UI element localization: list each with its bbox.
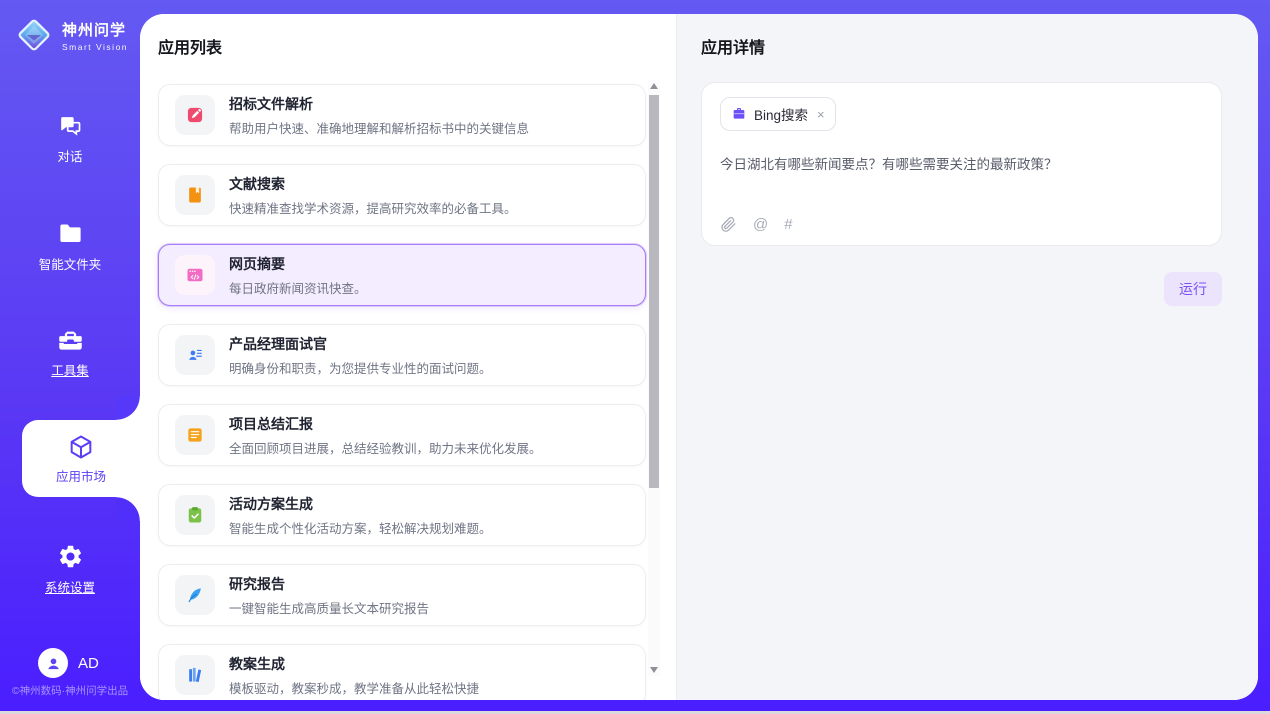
app-card[interactable]: 项目总结汇报 全面回顾项目进展，总结经验教训，助力未来优化发展。 <box>158 404 646 466</box>
sidebar-item-label: 应用市场 <box>56 466 106 485</box>
sidebar-item-label: 对话 <box>57 146 82 165</box>
input-toolbar: @ # <box>720 216 1203 233</box>
run-button[interactable]: 运行 <box>1164 272 1222 306</box>
toolbox-icon <box>57 326 84 353</box>
app-desc: 模板驱动，教案秒成，教学准备从此轻松快捷 <box>229 678 479 697</box>
scrollbar-down-arrow[interactable] <box>650 667 658 673</box>
app-name: 产品经理面试官 <box>229 334 492 354</box>
app-desc: 快速精准查找学术资源，提高研究效率的必备工具。 <box>229 198 517 217</box>
quill-icon <box>175 575 215 615</box>
app-card-list: 招标文件解析 帮助用户快速、准确地理解和解析招标书中的关键信息 文献搜索 快速精… <box>158 84 646 700</box>
tool-chip-bing-search[interactable]: Bing搜索 × <box>720 97 836 131</box>
book-icon <box>175 175 215 215</box>
app-name: 项目总结汇报 <box>229 414 542 434</box>
sidebar-item-label: 工具集 <box>51 360 89 379</box>
avatar <box>38 648 68 678</box>
logo-subtitle: Smart Vision <box>62 42 128 52</box>
app-detail-card: Bing搜索 × 今日湖北有哪些新闻要点？有哪些需要关注的最新政策？ @ # <box>701 82 1222 246</box>
app-desc: 全面回顾项目进展，总结经验教训，助力未来优化发展。 <box>229 438 542 457</box>
sidebar-item-settings[interactable]: 系统设置 <box>0 543 140 596</box>
run-row: 运行 <box>701 272 1222 306</box>
clipboard-check-icon <box>175 495 215 535</box>
app-card[interactable]: 研究报告 一键智能生成高质量长文本研究报告 <box>158 564 646 626</box>
app-detail-panel: 应用详情 Bing搜索 × 今日湖北有哪些新闻要点？有哪些需要关注的最新政策？ … <box>677 14 1258 700</box>
app-card[interactable]: 招标文件解析 帮助用户快速、准确地理解和解析招标书中的关键信息 <box>158 84 646 146</box>
user-account[interactable]: AD <box>38 648 99 678</box>
app-desc: 明确身份和职责，为您提供专业性的面试问题。 <box>229 358 492 377</box>
app-desc: 帮助用户快速、准确地理解和解析招标书中的关键信息 <box>229 118 529 137</box>
sidebar-item-app-market[interactable]: 应用市场 <box>22 420 140 497</box>
app-card[interactable]: 活动方案生成 智能生成个性化活动方案，轻松解决规划难题。 <box>158 484 646 546</box>
briefcase-icon <box>731 106 747 122</box>
web-window-icon <box>175 255 215 295</box>
app-desc: 一键智能生成高质量长文本研究报告 <box>229 598 429 617</box>
query-text[interactable]: 今日湖北有哪些新闻要点？有哪些需要关注的最新政策？ <box>720 155 1203 175</box>
app-card-selected[interactable]: 网页摘要 每日政府新闻资讯快查。 <box>158 244 646 306</box>
app-card[interactable]: 文献搜索 快速精准查找学术资源，提高研究效率的必备工具。 <box>158 164 646 226</box>
app-desc: 智能生成个性化活动方案，轻松解决规划难题。 <box>229 518 492 537</box>
user-icon <box>45 655 62 672</box>
edit-doc-icon <box>175 95 215 135</box>
books-icon <box>175 655 215 695</box>
list-scrollbar[interactable] <box>648 80 660 676</box>
scrollbar-thumb[interactable] <box>649 95 659 488</box>
app-list-panel: 应用列表 招标文件解析 帮助用户快速、准确地理解和解析招标书中的关键信息 <box>140 14 677 700</box>
app-detail-title: 应用详情 <box>701 40 1222 58</box>
sidebar-item-label: 系统设置 <box>45 577 95 596</box>
logo-title: 神州问学 <box>62 19 128 40</box>
user-name: AD <box>78 655 99 672</box>
app-name: 研究报告 <box>229 574 429 594</box>
sidebar: 神州问学 Smart Vision 对话 智能文件夹 工具集 应用市场 <box>0 0 140 714</box>
folder-icon <box>57 220 84 247</box>
at-icon[interactable]: @ <box>753 217 768 232</box>
app-card[interactable]: 教案生成 模板驱动，教案秒成，教学准备从此轻松快捷 <box>158 644 646 700</box>
app-name: 网页摘要 <box>229 254 367 274</box>
interviewer-icon <box>175 335 215 375</box>
app-card[interactable]: 产品经理面试官 明确身份和职责，为您提供专业性的面试问题。 <box>158 324 646 386</box>
app-name: 招标文件解析 <box>229 94 529 114</box>
sidebar-item-toolset[interactable]: 工具集 <box>0 326 140 379</box>
gear-icon <box>57 543 84 570</box>
app-logo: 神州问学 Smart Vision <box>14 15 128 55</box>
sidebar-item-chat[interactable]: 对话 <box>0 112 140 165</box>
app-name: 教案生成 <box>229 654 479 674</box>
hash-icon[interactable]: # <box>784 217 792 232</box>
app-desc: 每日政府新闻资讯快查。 <box>229 278 367 297</box>
app-name: 文献搜索 <box>229 174 517 194</box>
sidebar-footer: ©神州数码·神州问学出品 <box>0 683 140 698</box>
main-content: 应用列表 招标文件解析 帮助用户快速、准确地理解和解析招标书中的关键信息 <box>140 14 1258 700</box>
paperclip-icon[interactable] <box>720 216 737 233</box>
cube-icon <box>67 433 95 461</box>
summary-note-icon <box>175 415 215 455</box>
app-name: 活动方案生成 <box>229 494 492 514</box>
tool-chip-label: Bing搜索 <box>754 104 808 124</box>
close-icon[interactable]: × <box>817 107 825 122</box>
sidebar-item-smart-folder[interactable]: 智能文件夹 <box>0 220 140 273</box>
sidebar-item-label: 智能文件夹 <box>39 254 102 273</box>
scrollbar-up-arrow[interactable] <box>650 83 658 89</box>
chat-icon <box>57 112 84 139</box>
logo-diamond-icon <box>14 15 54 55</box>
app-list-title: 应用列表 <box>158 40 676 58</box>
